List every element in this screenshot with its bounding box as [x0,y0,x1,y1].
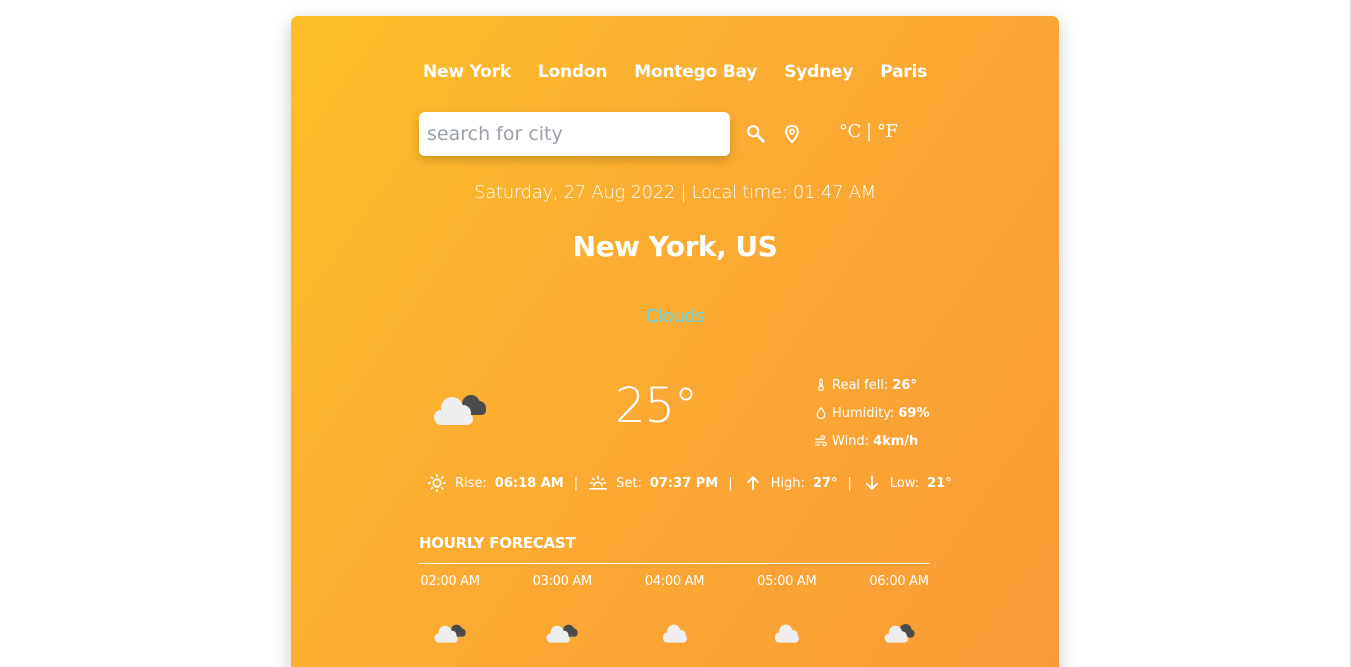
humidity-label: Humidity: [832,405,895,421]
city-link-paris[interactable]: Paris [880,62,927,82]
location-title: New York, US [572,230,778,263]
hourly-time: 02:00 AM [420,574,480,589]
city-link-montego-bay[interactable]: Montego Bay [634,62,757,82]
sunset-icon [588,475,608,490]
high-value: 27° [812,475,838,491]
cloud-icon [774,624,799,643]
hourly-forecast-title: HOURLY FORECAST [419,534,576,552]
separator: | [847,475,852,491]
search-box [419,112,730,156]
search-icon[interactable] [745,123,767,145]
weather-card: New York London Montego Bay Sydney Paris… [291,16,1059,667]
sunrise-icon [427,473,447,493]
sunrise-label: Rise: [455,475,487,491]
broken-clouds-icon [434,624,466,643]
separator: | [728,475,733,491]
hourly-item: 06:00 AM [868,574,930,647]
wind-icon [815,435,827,447]
humidity-row: Humidity: 69% [814,399,930,427]
hourly-time: 06:00 AM [869,574,929,589]
real-feel-value: 26° [892,377,917,393]
weather-condition: Clouds [645,306,705,327]
city-link-london[interactable]: London [538,62,608,82]
hourly-time: 04:00 AM [644,574,705,589]
local-datetime: Saturday, 27 Aug 2022 | Local time: 01:4… [474,182,876,203]
city-link-new-york[interactable]: New York [423,62,511,82]
humidity-value: 69% [898,405,930,421]
unit-toggle: °C | °F [839,121,898,142]
wind-value: 4km/h [873,433,919,449]
unit-separator: | [866,121,872,142]
high-label: High: [770,475,805,491]
wind-row: Wind: 4km/h [814,427,930,455]
hourly-item: 05:00 AM [756,574,818,647]
sun-and-range-row: Rise: 06:18 AM | Set: 07:37 PM | High: 2… [427,473,952,493]
hourly-item: 03:00 AM [531,574,593,647]
location-pin-icon[interactable] [781,123,803,145]
low-value: 21° [927,475,952,491]
cloud-icon [662,624,687,643]
arrow-down-icon [865,475,878,490]
hourly-item: 02:00 AM [419,574,481,647]
hourly-forecast-list: 02:00 AM 03:00 AM 04:00 AM 05:00 AM 06:0… [419,574,930,647]
real-feel-label: Real fell: [832,377,889,393]
hourly-time: 03:00 AM [532,574,593,589]
low-label: Low: [889,475,920,491]
thermometer-icon [818,378,824,392]
sunset-label: Set: [616,475,642,491]
city-link-sydney[interactable]: Sydney [784,62,853,82]
wind-label: Wind: [832,433,870,449]
divider [419,563,930,564]
arrow-up-icon [746,476,759,491]
broken-clouds-icon [884,624,915,643]
sunrise-value: 06:18 AM [494,475,564,491]
broken-clouds-icon [546,624,578,643]
search-input[interactable] [419,112,730,156]
hourly-item: 04:00 AM [644,574,706,647]
water-drop-icon [816,406,826,420]
broken-clouds-icon [434,395,486,425]
celsius-button[interactable]: °C [839,121,861,142]
separator: | [573,475,579,491]
weather-details: Real fell: 26° Humidity: 69% Wind: 4km/h [814,371,930,455]
city-shortcuts: New York London Montego Bay Sydney Paris [291,62,1059,82]
current-temperature: 25° [614,378,698,434]
sunset-value: 07:37 PM [649,475,719,491]
hourly-time: 05:00 AM [757,574,817,589]
real-feel-row: Real fell: 26° [814,371,930,399]
fahrenheit-button[interactable]: °F [877,121,898,142]
